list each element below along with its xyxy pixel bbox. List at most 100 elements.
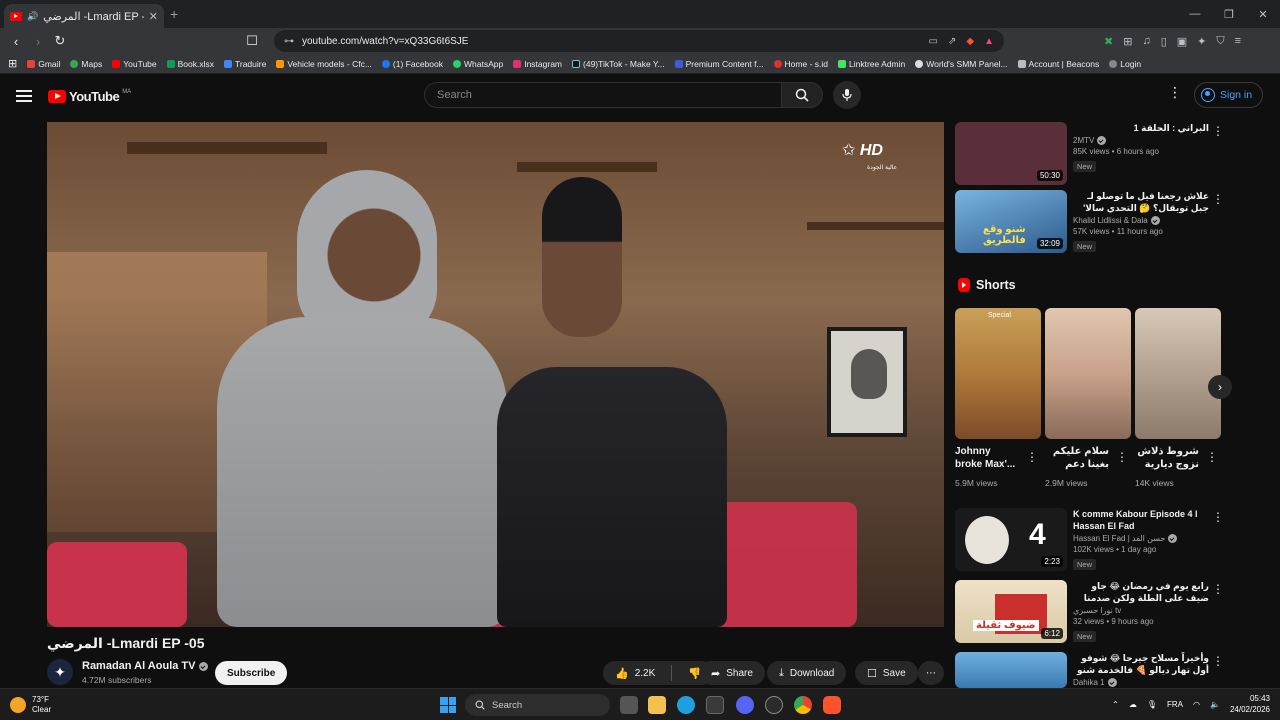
bookmark-item[interactable]: YouTube	[112, 59, 157, 69]
video-thumbnail[interactable]: 4 2:23	[955, 508, 1067, 571]
bookmark-item[interactable]: World's SMM Panel...	[915, 59, 1008, 69]
edge-icon[interactable]	[677, 696, 695, 714]
video-title[interactable]: K comme Kabour Episode 4 l Hassan El Fad	[1073, 508, 1209, 532]
more-icon[interactable]: ⋮	[1212, 124, 1224, 138]
like-count[interactable]: 2.2K	[635, 668, 656, 679]
bookmark-item[interactable]: Instagram	[513, 59, 562, 69]
recommended-video[interactable]: ضيوف ثقيلة 6:12 رابع يوم في رمضان 😂 جاو …	[955, 580, 1209, 644]
channel-name[interactable]: Hassan El Fad | حسن الفد	[1073, 534, 1209, 543]
language-indicator[interactable]: FRA	[1167, 700, 1183, 709]
apps-grid-icon[interactable]: ⊞	[8, 57, 17, 70]
bookmark-item[interactable]: Premium Content f...	[674, 59, 764, 69]
video-title[interactable]: علاش رجعنا فيل ما توصلو لـ جبل توبقال؟ 🤔…	[1073, 190, 1209, 214]
start-button[interactable]	[440, 697, 456, 713]
chrome-icon[interactable]	[794, 696, 812, 714]
video-thumbnail[interactable]: شنو وقع فالطريق 32:09	[955, 190, 1067, 253]
more-icon[interactable]: ⋮	[1026, 450, 1038, 464]
video-thumbnail[interactable]: ضيوف ثقيلة 6:12	[955, 580, 1067, 643]
wallet-icon[interactable]: ▣	[1177, 35, 1187, 48]
extension-icon[interactable]: ✖	[1104, 35, 1113, 48]
guide-menu-icon[interactable]	[16, 87, 32, 105]
chevron-up-icon[interactable]: ⌃	[1112, 700, 1119, 709]
address-bar[interactable]: ⊶ youtube.com/watch?v=xQ33G6t6SJE ▭ ⇗ ◆ …	[274, 30, 1004, 52]
short-title[interactable]: سلام عليكم بغينا دعم ديالكم 💗	[1045, 445, 1109, 471]
channel-avatar[interactable]: ✦	[47, 659, 73, 685]
voice-search-button[interactable]	[833, 81, 861, 109]
channel-name[interactable]: Khalid Lidlissi & Dala	[1073, 216, 1209, 225]
bookmark-item[interactable]: Book.xlsx	[166, 59, 214, 69]
bookmark-item[interactable]: WhatsApp	[453, 59, 503, 69]
close-tab-icon[interactable]: ✕	[149, 10, 158, 23]
bookmark-item[interactable]: Login	[1109, 59, 1141, 69]
cast-icon[interactable]: ▭	[929, 36, 938, 47]
task-view-icon[interactable]	[620, 696, 638, 714]
youtube-logo[interactable]: YouTube MA	[48, 89, 131, 104]
extensions-icon[interactable]: ⊞	[1123, 35, 1132, 48]
share-page-icon[interactable]: ⇗	[948, 36, 956, 47]
wifi-icon[interactable]: ◠	[1193, 700, 1200, 709]
store-icon[interactable]	[706, 696, 724, 714]
restore-icon[interactable]: ❐	[1212, 8, 1246, 21]
app-icon[interactable]	[765, 696, 783, 714]
video-thumbnail[interactable]: 50:30	[955, 122, 1067, 185]
video-title[interactable]: وأخيراً مسلاح جيرحا 😂 شوفو أول تهار ديال…	[1073, 652, 1209, 676]
search-input[interactable]: Search	[424, 82, 782, 108]
new-tab-icon[interactable]: +	[170, 6, 178, 22]
rewards-icon[interactable]: ▲	[984, 36, 994, 47]
channel-name[interactable]: Dahika 1	[1073, 678, 1209, 687]
recommended-video[interactable]: شنو وقع فالطريق 32:09 علاش رجعنا فيل ما …	[955, 190, 1209, 254]
bookmark-item[interactable]: Traduire	[224, 59, 266, 69]
short-title[interactable]: شروط ذلاش نزوج ديارية 🤣🤣...	[1135, 445, 1199, 471]
reload-icon[interactable]: ↻	[50, 33, 70, 49]
more-actions-button[interactable]: ⋯	[918, 661, 944, 685]
bookmark-icon[interactable]: ☐	[242, 33, 262, 49]
volume-icon[interactable]: 🔈	[1210, 700, 1220, 709]
clock[interactable]: 05:43 24/02/2026	[1230, 693, 1270, 715]
subscribe-button[interactable]: Subscribe	[215, 661, 288, 685]
menu-icon[interactable]: ≡	[1235, 35, 1241, 48]
video-title[interactable]: رابع يوم في رمضان 😂 جاو ضيف على الطلة ول…	[1073, 580, 1209, 604]
short-thumbnail[interactable]	[1135, 308, 1221, 439]
back-icon[interactable]: ‹	[6, 34, 26, 49]
short-thumbnail[interactable]	[1045, 308, 1131, 439]
more-icon[interactable]: ⋮	[1212, 654, 1224, 668]
download-button[interactable]: ⤓ Download	[767, 661, 847, 685]
sidebar-icon[interactable]: ▯	[1161, 35, 1167, 48]
forward-icon[interactable]: ›	[28, 34, 48, 49]
brave-icon[interactable]	[823, 696, 841, 714]
more-icon[interactable]: ⋮	[1212, 582, 1224, 596]
channel-name[interactable]: نورا حسبري tv	[1073, 606, 1209, 615]
bookmark-item[interactable]: (49)TikTok - Make Y...	[572, 59, 665, 69]
settings-menu-icon[interactable]: ⋮	[1168, 84, 1182, 101]
recommended-video[interactable]: وأخيراً مسلاح جيرحا 😂 شوفو أول تهار ديال…	[955, 652, 1209, 688]
bookmark-item[interactable]: Maps	[70, 59, 102, 69]
thumbs-up-icon[interactable]: 👍	[615, 667, 629, 680]
discord-icon[interactable]	[736, 696, 754, 714]
bookmark-item[interactable]: Gmail	[27, 59, 60, 69]
short-thumbnail[interactable]: Special	[955, 308, 1041, 439]
browser-tab[interactable]: 🔊 المرضي -Lmardi EP -05 - YouTube ✕	[4, 4, 164, 28]
bookmark-item[interactable]: Home - s.id	[773, 59, 828, 69]
ai-icon[interactable]: ✦	[1197, 35, 1206, 48]
cloud-icon[interactable]: ☁	[1129, 700, 1137, 709]
bookmark-item[interactable]: Account | Beacons	[1017, 59, 1099, 69]
video-player[interactable]: ✩ HD عالية الجودة	[47, 122, 944, 627]
mic-icon[interactable]: 🎙	[1147, 700, 1157, 709]
minimize-icon[interactable]: —	[1178, 8, 1212, 21]
short-title[interactable]: Johnny broke Max'...	[955, 445, 1019, 471]
bookmark-item[interactable]: (1) Facebook	[381, 59, 443, 69]
audio-icon[interactable]: 🔊	[27, 11, 38, 22]
site-info-icon[interactable]: ⊶	[284, 36, 294, 47]
sign-in-button[interactable]: Sign in	[1194, 82, 1264, 108]
video-thumbnail[interactable]	[955, 652, 1067, 688]
file-explorer-icon[interactable]	[648, 696, 666, 714]
taskbar-search[interactable]: Search	[465, 694, 610, 716]
more-icon[interactable]: ⋮	[1116, 450, 1128, 464]
close-window-icon[interactable]: ✕	[1246, 8, 1280, 21]
weather-widget[interactable]: 73°F Clear	[10, 695, 51, 715]
save-button[interactable]: ☐ Save	[855, 661, 918, 685]
recommended-video[interactable]: 50:30 البراني : الحلقة 1 2MTV 85K views …	[955, 122, 1209, 185]
bookmark-item[interactable]: Linktree Admin	[838, 59, 905, 69]
more-icon[interactable]: ⋮	[1206, 450, 1218, 464]
channel-name[interactable]: Ramadan Al Aoula TV	[82, 660, 209, 672]
